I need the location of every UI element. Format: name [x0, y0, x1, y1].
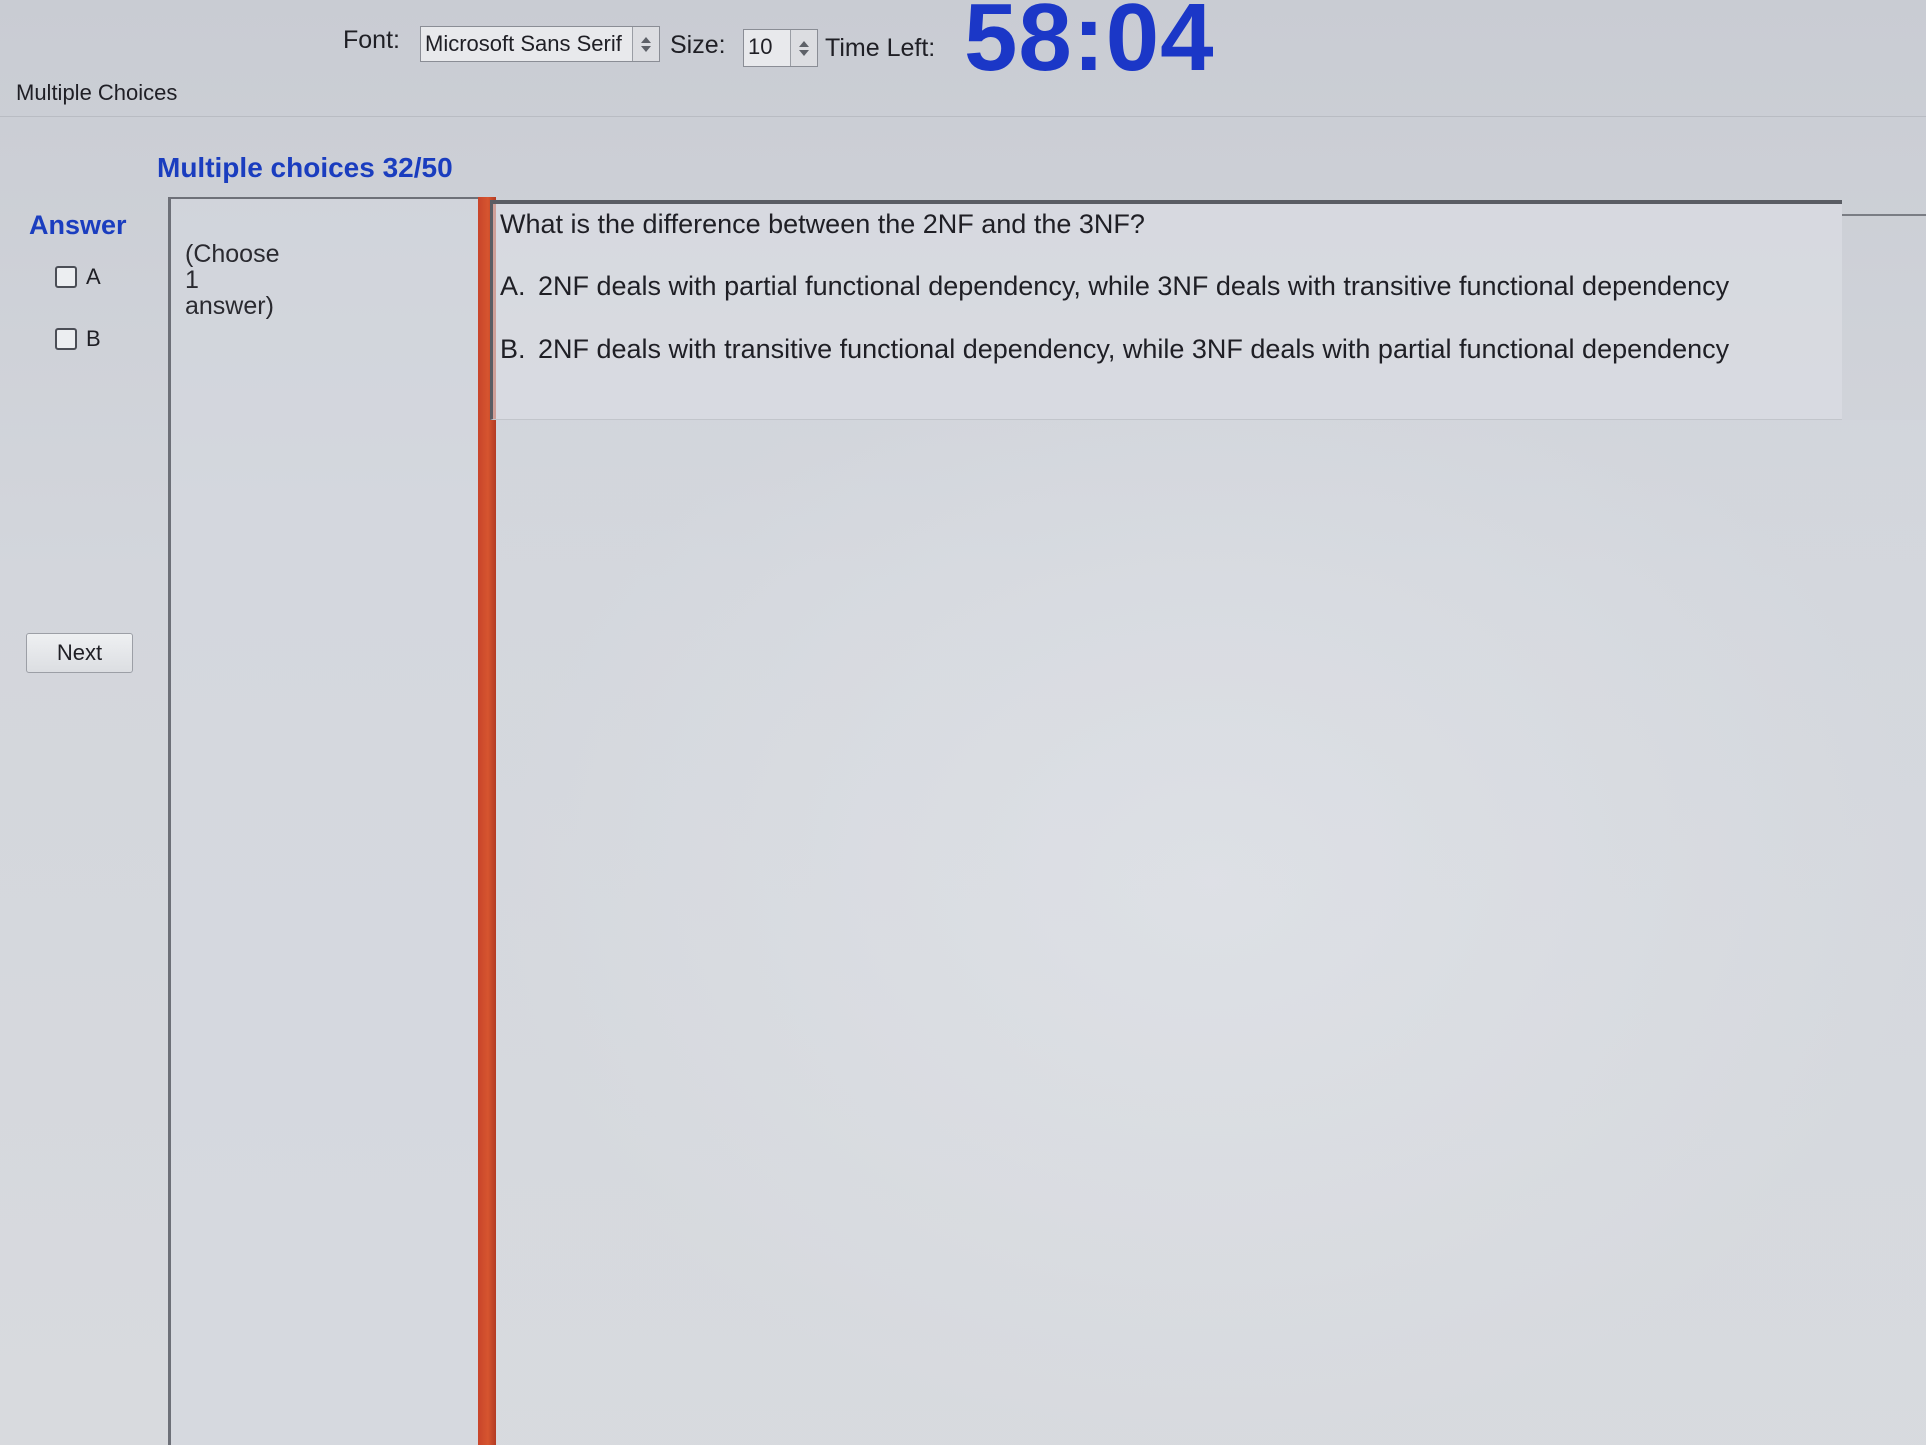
answer-option-b[interactable]: B	[55, 326, 101, 352]
question-panel: What is the difference between the 2NF a…	[490, 200, 1842, 420]
answer-heading: Answer	[29, 210, 127, 240]
question-border-extension	[1842, 214, 1926, 216]
answer-checkbox-a[interactable]	[55, 266, 77, 288]
font-spinner[interactable]	[632, 27, 659, 61]
instruction-line: (Choose	[185, 240, 280, 268]
answer-option-a[interactable]: A	[55, 264, 101, 290]
spin-down-icon[interactable]	[641, 45, 651, 52]
size-stepper[interactable]: 10	[743, 29, 818, 67]
instruction-line: 1	[185, 266, 199, 294]
tab-multiple-choices[interactable]: Multiple Choices	[16, 80, 177, 106]
next-button[interactable]: Next	[26, 633, 133, 673]
spin-down-icon[interactable]	[799, 49, 809, 56]
answer-option-label: A	[86, 264, 101, 289]
choice-letter: B.	[500, 334, 526, 364]
choice-letter: A.	[500, 271, 526, 301]
answer-option-label: B	[86, 326, 101, 351]
font-label: Font:	[343, 26, 400, 54]
size-stepper-value: 10	[748, 34, 773, 59]
time-left-label: Time Left:	[825, 34, 936, 62]
countdown-timer: 58:04	[964, 0, 1215, 91]
content-area	[496, 420, 1926, 1445]
choice-a: A. 2NF deals with partial functional depe…	[500, 271, 1729, 302]
choice-b: B. 2NF deals with transitive functional d…	[500, 334, 1729, 365]
spin-up-icon[interactable]	[641, 36, 651, 43]
tab-divider	[0, 116, 1926, 117]
answer-checkbox-b[interactable]	[55, 328, 77, 350]
question-text: What is the difference between the 2NF a…	[500, 209, 1145, 239]
choice-text: 2NF deals with partial functional depend…	[538, 271, 1730, 301]
spin-up-icon[interactable]	[799, 40, 809, 47]
instruction-text: (Choose 1 answer)	[185, 239, 385, 321]
exam-window: Font: Microsoft Sans Serif Size: 10 Time…	[0, 0, 1926, 1445]
instruction-panel: (Choose 1 answer)	[168, 197, 478, 1445]
size-label: Size:	[670, 31, 726, 59]
question-progress-title: Multiple choices 32/50	[157, 152, 453, 183]
font-select[interactable]: Microsoft Sans Serif	[420, 26, 660, 62]
size-spinner[interactable]	[790, 30, 817, 66]
font-select-value: Microsoft Sans Serif	[425, 31, 622, 56]
instruction-line: answer)	[185, 292, 274, 320]
choice-text: 2NF deals with transitive functional dep…	[538, 334, 1730, 364]
